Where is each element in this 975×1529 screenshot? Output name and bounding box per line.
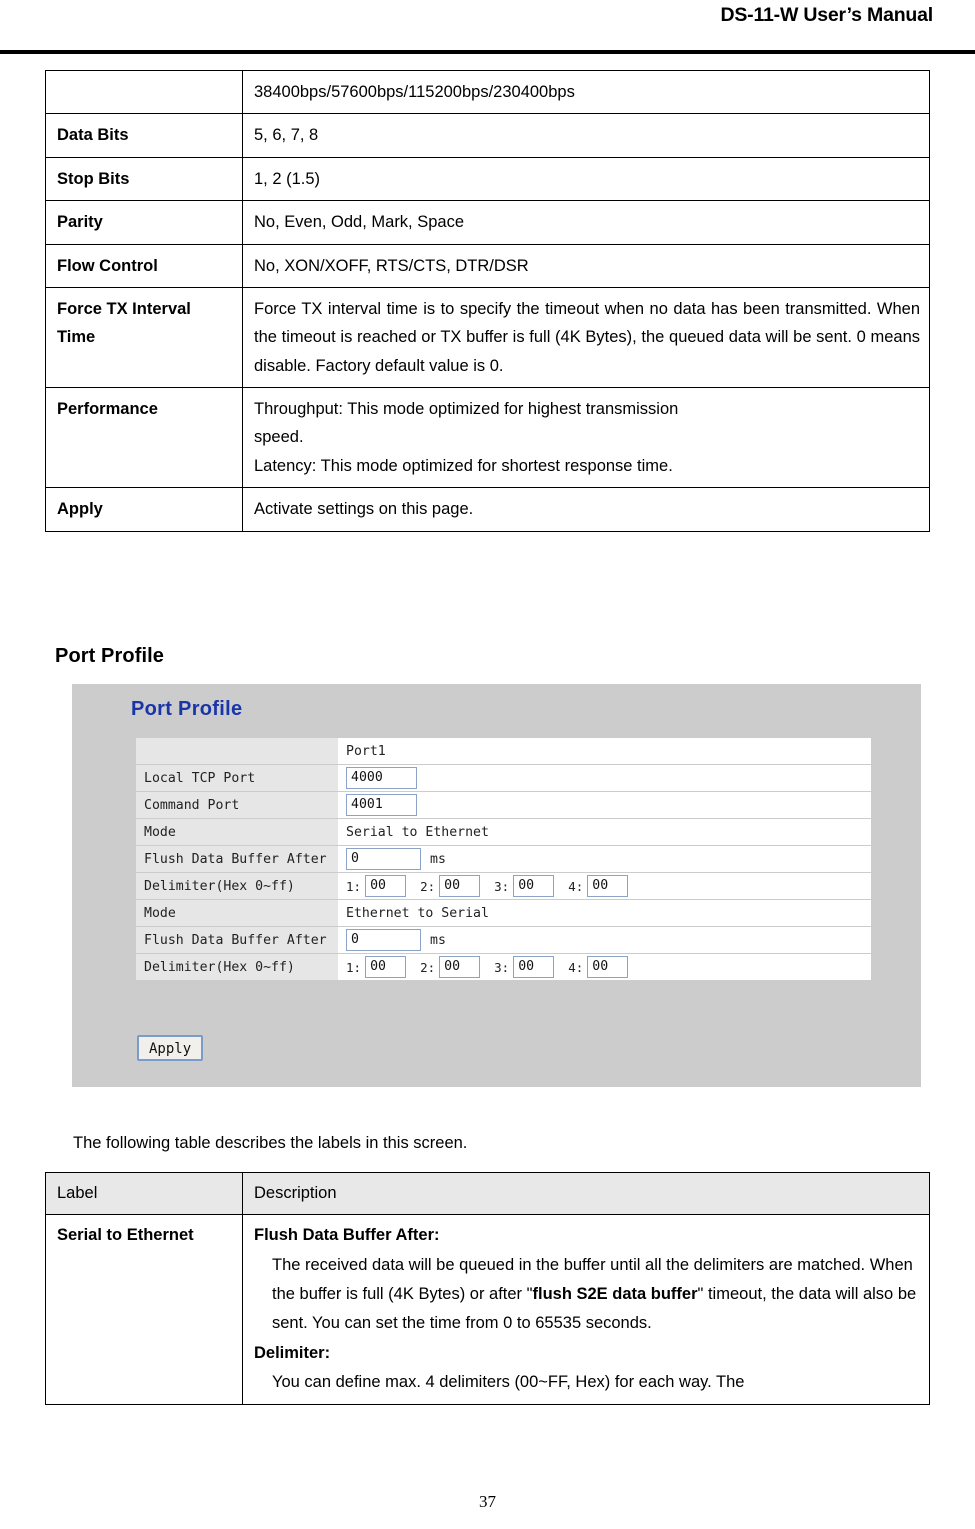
apply-button[interactable]: Apply (137, 1035, 204, 1061)
delimiter-1-index-e2s: 1: (346, 959, 362, 975)
row-label: Apply (45, 487, 243, 532)
row-value: No, Even, Odd, Mark, Space (242, 200, 930, 245)
form-row-delimiter-s2e: Delimiter(Hex 0~ff) 1: 00 2: 00 3: 00 4: 00 (136, 872, 871, 900)
delimiter-2-index-s2e: 2: (420, 878, 436, 894)
flush-unit-e2s: ms (430, 932, 446, 948)
label-description-table: Label Description Serial to Ethernet Flu… (45, 1171, 930, 1405)
delimiter-4-index-e2s: 4: (568, 959, 584, 975)
flush-cell-s2e: 0 ms (338, 845, 871, 873)
intro-text: The following table describes the labels… (73, 1134, 468, 1152)
form-row-delimiter-e2s: Delimiter(Hex 0~ff) 1: 00 2: 00 3: 00 4: 00 (136, 953, 871, 980)
table-row: Flow Control No, XON/XOFF, RTS/CTS, DTR/… (45, 243, 930, 288)
delimiter-1-input-s2e[interactable]: 00 (365, 875, 407, 897)
page-number: 37 (479, 1492, 496, 1511)
row-label: Flow Control (45, 243, 243, 288)
command-port-input[interactable]: 4001 (346, 794, 417, 816)
desc-paragraph-delimiter: You can define max. 4 delimiters (00~FF,… (272, 1373, 745, 1392)
desc-subheading-flush: Flush Data Buffer After: (254, 1226, 440, 1245)
form-row-spacer (136, 738, 338, 765)
delimiter-1-input-e2s[interactable]: 00 (365, 956, 407, 978)
mode-value-s2e: Serial to Ethernet (338, 818, 871, 846)
delimiter-3-input-e2s[interactable]: 00 (513, 956, 555, 978)
table-row: Stop Bits 1, 2 (1.5) (45, 156, 930, 202)
row-label: Serial to Ethernet (45, 1214, 243, 1405)
mode-label-s2e: Mode (136, 818, 338, 846)
table-row: Data Bits 5, 6, 7, 8 (45, 113, 930, 158)
local-tcp-port-label: Local TCP Port (136, 764, 338, 792)
mode-label-e2s: Mode (136, 899, 338, 927)
flush-input-s2e[interactable]: 0 (346, 848, 421, 870)
manual-title: DS-11-W User’s Manual (720, 4, 933, 26)
column-header-label: Label (45, 1171, 243, 1216)
form-row-flush-s2e: Flush Data Buffer After 0 ms (136, 845, 871, 873)
row-value: Activate settings on this page. (242, 487, 930, 532)
desc-text-emphasis: flush S2E data buffer (532, 1285, 698, 1304)
flush-label-e2s: Flush Data Buffer After (136, 926, 338, 954)
table-row: Apply Activate settings on this page. (45, 487, 930, 532)
delimiter-3-index-s2e: 3: (494, 878, 510, 894)
table-row: Serial to Ethernet Flush Data Buffer Aft… (45, 1214, 930, 1405)
row-value: 5, 6, 7, 8 (242, 113, 930, 158)
screenshot-page-title: Port Profile (131, 698, 243, 720)
mode-value-e2s: Ethernet to Serial (338, 899, 871, 927)
performance-line-3: Latency: This mode optimized for shortes… (254, 456, 673, 475)
command-port-cell: 4001 (338, 791, 871, 819)
row-label: Force TX Interval Time (45, 286, 243, 389)
local-tcp-port-input[interactable]: 4000 (346, 767, 417, 789)
table-row: Performance Throughput: This mode optimi… (45, 386, 930, 489)
form-row-local-tcp-port: Local TCP Port 4000 (136, 764, 871, 792)
delimiter-2-input-s2e[interactable]: 00 (439, 875, 481, 897)
delimiter-2-index-e2s: 2: (420, 959, 436, 975)
flush-cell-e2s: 0 ms (338, 926, 871, 954)
row-label (45, 69, 243, 115)
delimiter-2-input-e2s[interactable]: 00 (439, 956, 481, 978)
header-divider (0, 50, 975, 54)
row-label: Performance (45, 386, 243, 489)
table-header-row: Label Description (45, 1171, 930, 1216)
row-value: 38400bps/57600bps/115200bps/230400bps (242, 69, 930, 115)
delimiter-4-index-s2e: 4: (568, 878, 584, 894)
delimiter-4-input-e2s[interactable]: 00 (587, 956, 629, 978)
serial-settings-table: 38400bps/57600bps/115200bps/230400bps Da… (45, 69, 930, 532)
form-row-command-port: Command Port 4001 (136, 791, 871, 819)
table-row: Force TX Interval Time Force TX interval… (45, 286, 930, 389)
delimiter-1-index-s2e: 1: (346, 878, 362, 894)
page-header: DS-11-W User’s Manual (0, 0, 975, 34)
column-header-description: Description (242, 1171, 930, 1216)
flush-unit-s2e: ms (430, 851, 446, 867)
form-row-mode-s2e: Mode Serial to Ethernet (136, 818, 871, 846)
row-value: 1, 2 (1.5) (242, 156, 930, 202)
row-description: Flush Data Buffer After: The received da… (242, 1214, 930, 1405)
delimiter-label-e2s: Delimiter(Hex 0~ff) (136, 953, 338, 980)
row-label: Stop Bits (45, 156, 243, 202)
port-column-header: Port1 (338, 738, 871, 765)
form-row-header: Port1 (136, 738, 871, 765)
local-tcp-port-cell: 4000 (338, 764, 871, 792)
delimiter-cell-s2e: 1: 00 2: 00 3: 00 4: 00 (338, 872, 871, 900)
delimiter-3-index-e2s: 3: (494, 959, 510, 975)
table-row: Parity No, Even, Odd, Mark, Space (45, 200, 930, 245)
table-row: 38400bps/57600bps/115200bps/230400bps (45, 69, 930, 115)
form-row-flush-e2s: Flush Data Buffer After 0 ms (136, 926, 871, 954)
performance-line-2: speed. (254, 428, 304, 447)
port-profile-form-table: Port1 Local TCP Port 4000 Command Port 4… (136, 738, 871, 980)
performance-line-1: Throughput: This mode optimized for high… (254, 400, 679, 418)
port-profile-screenshot: Port Profile Port1 Local TCP Port 4000 C… (72, 684, 921, 1087)
row-label: Data Bits (45, 113, 243, 158)
delimiter-cell-e2s: 1: 00 2: 00 3: 00 4: 00 (338, 953, 871, 980)
desc-paragraph-flush: The received data will be queued in the … (254, 1251, 920, 1339)
flush-label-s2e: Flush Data Buffer After (136, 845, 338, 873)
row-label: Parity (45, 200, 243, 245)
flush-input-e2s[interactable]: 0 (346, 929, 421, 951)
delimiter-4-input-s2e[interactable]: 00 (587, 875, 629, 897)
delimiter-3-input-s2e[interactable]: 00 (513, 875, 555, 897)
section-heading: Port Profile (55, 645, 164, 667)
form-row-mode-e2s: Mode Ethernet to Serial (136, 899, 871, 927)
row-value: Throughput: This mode optimized for high… (242, 386, 930, 489)
row-value: No, XON/XOFF, RTS/CTS, DTR/DSR (242, 243, 930, 288)
command-port-label: Command Port (136, 791, 338, 819)
row-value: Force TX interval time is to specify the… (242, 286, 930, 389)
delimiter-label-s2e: Delimiter(Hex 0~ff) (136, 872, 338, 900)
desc-subheading-delimiter: Delimiter: (254, 1343, 331, 1362)
